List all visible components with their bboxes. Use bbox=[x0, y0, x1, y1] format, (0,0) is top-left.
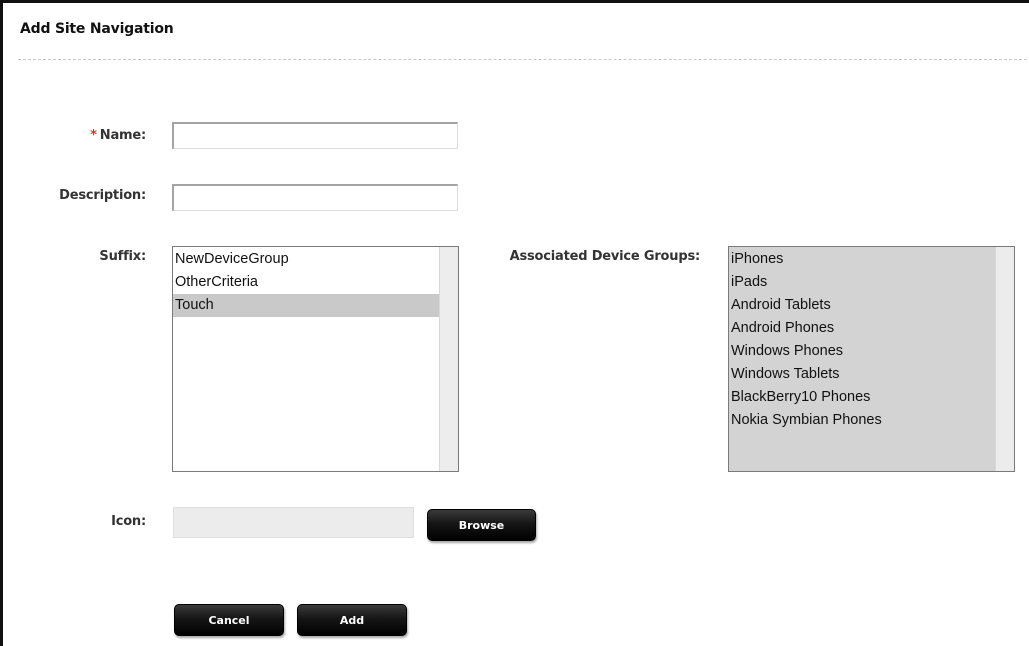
required-marker: * bbox=[90, 128, 97, 143]
title-divider bbox=[18, 59, 1027, 60]
cancel-button[interactable]: Cancel bbox=[174, 604, 284, 636]
browse-button[interactable]: Browse bbox=[427, 509, 536, 541]
window-border-left bbox=[0, 0, 3, 646]
description-input[interactable] bbox=[172, 184, 458, 211]
add-button[interactable]: Add bbox=[297, 604, 407, 636]
group-items: iPhones iPads Android Tablets Android Phone… bbox=[729, 248, 1014, 432]
name-label: * Name: bbox=[60, 128, 146, 143]
page-title: Add Site Navigation bbox=[20, 21, 174, 37]
associated-groups-label: Associated Device Groups: bbox=[509, 249, 701, 264]
associated-groups-listbox[interactable]: iPhones iPads Android Tablets Android Phone… bbox=[728, 246, 1015, 472]
suffix-listbox[interactable]: NewDeviceGroup OtherCriteria Touch bbox=[172, 246, 459, 472]
device-group-option[interactable]: Windows Phones bbox=[729, 340, 1014, 363]
suffix-scrollbar[interactable] bbox=[439, 247, 458, 471]
suffix-option[interactable]: Touch bbox=[173, 294, 439, 317]
icon-file-field[interactable] bbox=[173, 507, 414, 538]
suffix-option[interactable]: OtherCriteria bbox=[173, 271, 439, 294]
suffix-label: Suffix: bbox=[99, 249, 146, 264]
name-label-text: Name: bbox=[99, 128, 146, 143]
device-group-option[interactable]: Android Tablets bbox=[729, 294, 1014, 317]
device-group-option[interactable]: Nokia Symbian Phones bbox=[729, 409, 1014, 432]
device-group-option[interactable]: Android Phones bbox=[729, 317, 1014, 340]
icon-label: Icon: bbox=[111, 514, 146, 529]
suffix-items: NewDeviceGroup OtherCriteria Touch bbox=[173, 248, 439, 317]
suffix-option[interactable]: NewDeviceGroup bbox=[173, 248, 439, 271]
device-group-option[interactable]: BlackBerry10 Phones bbox=[729, 386, 1014, 409]
device-group-option[interactable]: Windows Tablets bbox=[729, 363, 1014, 386]
device-group-option[interactable]: iPads bbox=[729, 271, 1014, 294]
description-label: Description: bbox=[59, 188, 146, 203]
device-group-option[interactable]: iPhones bbox=[729, 248, 1014, 271]
window-border-top bbox=[0, 0, 1029, 3]
name-input[interactable] bbox=[172, 122, 458, 149]
groups-scrollbar[interactable] bbox=[995, 247, 1014, 471]
